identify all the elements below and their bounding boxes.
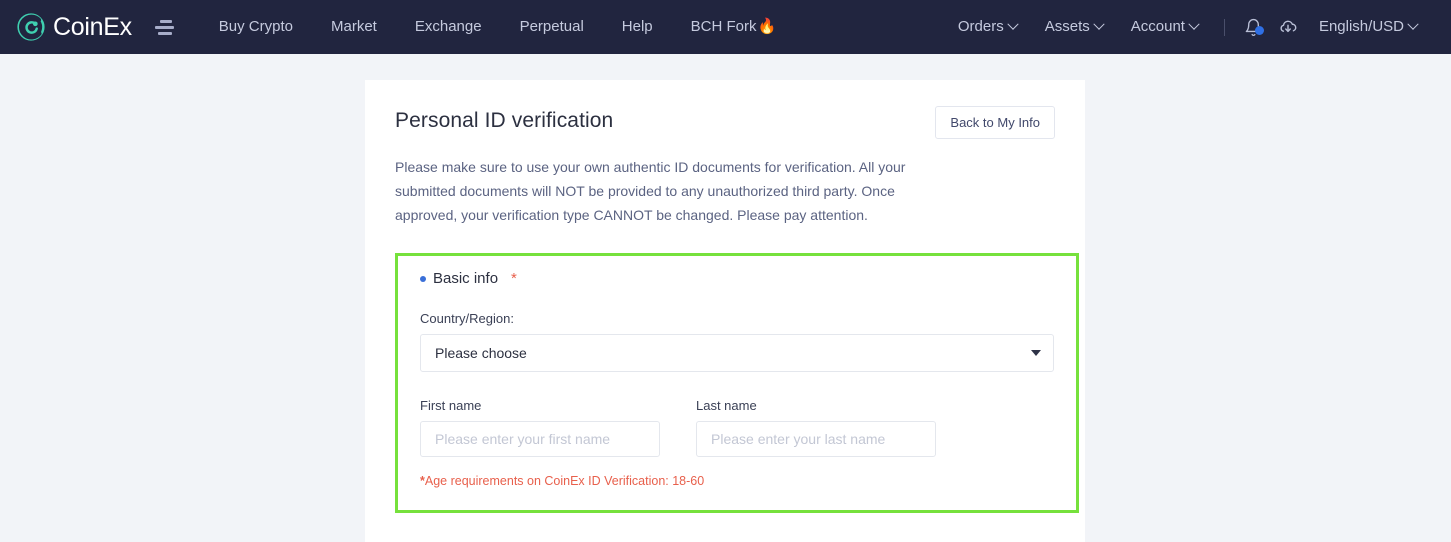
nav-link-bch-fork-label: BCH Fork [690, 18, 757, 35]
basic-info-label: Basic info [433, 270, 499, 287]
first-name-input[interactable] [420, 421, 660, 457]
navbar-right-group: Orders Assets Account English/USD [944, 0, 1431, 54]
cloud-download-icon [1280, 20, 1297, 33]
first-name-group: First name [420, 376, 660, 457]
fire-icon: 🔥 [757, 18, 777, 35]
top-navbar: CoinEx Buy Crypto Market Exchange Perpet… [0, 0, 1451, 54]
last-name-label: Last name [696, 398, 757, 413]
nav-link-market[interactable]: Market [312, 0, 396, 54]
name-fields-row: First name Last name [420, 376, 1054, 457]
chevron-down-icon [1407, 18, 1419, 30]
first-name-label: First name [420, 398, 482, 413]
brand-name: CoinEx [53, 12, 132, 41]
age-note-text: Age requirements on CoinEx ID Verificati… [424, 474, 705, 488]
nav-link-help[interactable]: Help [603, 0, 672, 54]
nav-link-bch-fork[interactable]: BCH Fork 🔥 [672, 0, 796, 54]
download-app-button[interactable] [1271, 10, 1305, 44]
chevron-down-icon [1007, 18, 1019, 30]
nav-link-orders-label: Orders [957, 18, 1004, 35]
country-region-label: Country/Region: [420, 311, 514, 326]
nav-link-account-label: Account [1130, 18, 1185, 35]
navbar-left-group: CoinEx Buy Crypto Market Exchange Perpet… [10, 0, 795, 54]
hamburger-menu-icon[interactable] [152, 14, 178, 40]
chevron-down-icon [1093, 18, 1105, 30]
menu-line-1 [159, 19, 172, 23]
last-name-input[interactable] [696, 421, 936, 457]
coinex-logo-icon [16, 12, 46, 42]
notifications-button[interactable] [1237, 10, 1271, 44]
nav-link-exchange[interactable]: Exchange [396, 0, 501, 54]
country-region-value: Please choose [435, 345, 527, 361]
required-asterisk: * [511, 270, 517, 287]
verification-description: Please make sure to use your own authent… [395, 159, 906, 223]
nav-link-assets[interactable]: Assets [1031, 0, 1117, 54]
menu-line-3 [157, 31, 172, 35]
chevron-down-icon [1188, 18, 1200, 30]
navbar-divider [1223, 18, 1225, 36]
primary-nav-links: Buy Crypto Market Exchange Perpetual Hel… [200, 0, 795, 54]
nav-link-orders[interactable]: Orders [944, 0, 1031, 54]
coinex-logo[interactable]: CoinEx [10, 12, 138, 42]
notification-badge [1254, 26, 1264, 35]
menu-line-2 [154, 25, 174, 29]
page-title: Personal ID verification [395, 109, 614, 132]
nav-link-account[interactable]: Account [1117, 0, 1212, 54]
page-body: Personal ID verification Back to My Info… [0, 54, 1451, 542]
card-header: Personal ID verification Back to My Info [395, 106, 1055, 139]
age-requirement-note: *Age requirements on CoinEx ID Verificat… [420, 474, 1054, 488]
verification-card: Personal ID verification Back to My Info… [365, 80, 1085, 542]
back-to-my-info-button[interactable]: Back to My Info [935, 106, 1055, 139]
nav-link-buy-crypto[interactable]: Buy Crypto [200, 0, 312, 54]
basic-info-heading: Basic info * [420, 270, 1054, 287]
language-currency-label: English/USD [1318, 18, 1404, 35]
last-name-group: Last name [696, 376, 936, 457]
bullet-icon [420, 275, 426, 282]
basic-info-section: Basic info * Country/Region: Please choo… [395, 253, 1079, 513]
nav-link-assets-label: Assets [1044, 18, 1090, 35]
language-currency-selector[interactable]: English/USD [1305, 0, 1431, 54]
country-region-select[interactable]: Please choose [420, 334, 1054, 372]
chevron-down-icon [1031, 350, 1041, 356]
nav-link-perpetual[interactable]: Perpetual [501, 0, 603, 54]
